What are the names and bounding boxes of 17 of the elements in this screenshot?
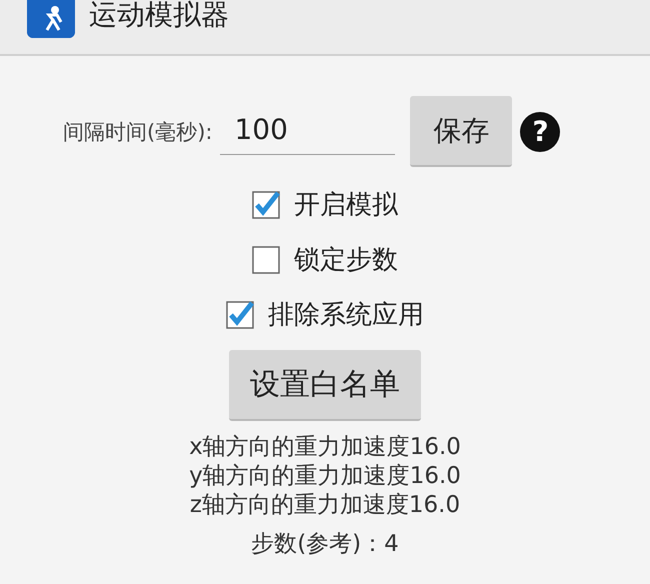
- window-title: 运动模拟器: [89, 0, 229, 30]
- checkbox[interactable]: [252, 246, 280, 274]
- option-label: 锁定步数: [294, 244, 398, 277]
- interval-label: 间隔时间(毫秒):: [63, 118, 212, 146]
- app-icon: [27, 0, 75, 38]
- whitelist-button[interactable]: 设置白名单: [229, 350, 421, 421]
- help-icon[interactable]: ?: [520, 112, 560, 152]
- checkbox[interactable]: [226, 300, 254, 328]
- gravity-reading: z轴方向的重力加速度16.0: [190, 491, 460, 520]
- option-label: 开启模拟: [294, 189, 398, 222]
- interval-field[interactable]: 100: [220, 112, 396, 154]
- checkbox[interactable]: [252, 190, 280, 218]
- gravity-reading: x轴方向的重力加速度16.0: [189, 433, 461, 462]
- save-button[interactable]: 保存: [410, 96, 512, 167]
- gravity-reading: y轴方向的重力加速度16.0: [189, 462, 461, 491]
- option-label: 排除系统应用: [268, 299, 424, 332]
- step-count: 步数(参考)：4: [251, 530, 399, 559]
